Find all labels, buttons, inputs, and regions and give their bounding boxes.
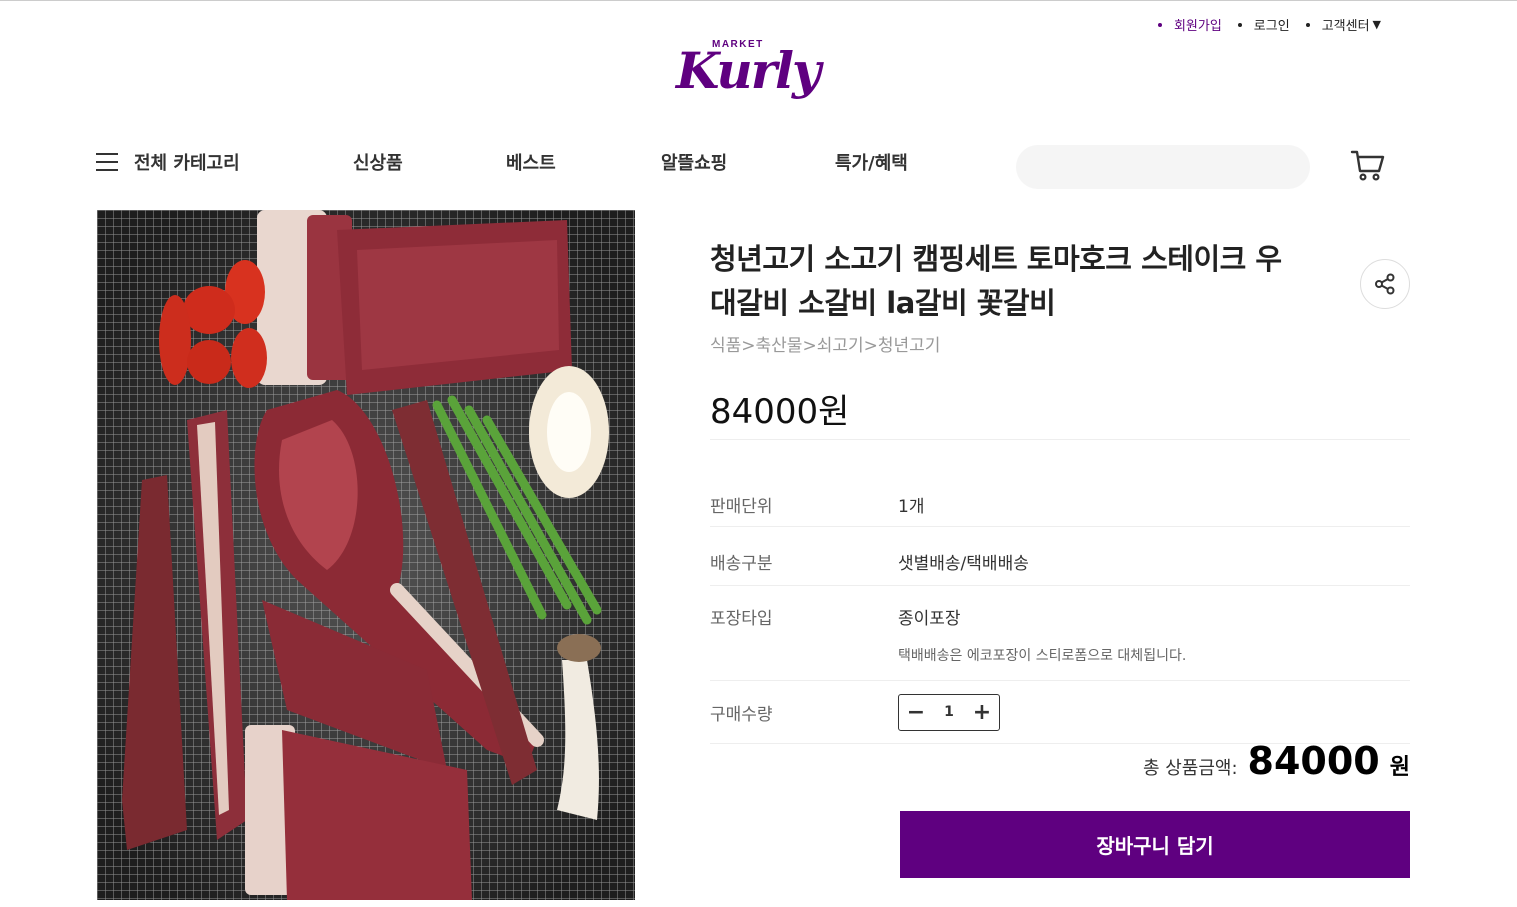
quantity-label: 구매수량: [710, 704, 773, 725]
spec-label: 배송구분: [710, 554, 773, 574]
quantity-decrease-button[interactable]: −: [899, 695, 933, 730]
signup-link[interactable]: 회원가입: [1157, 15, 1222, 34]
nav-special-deals[interactable]: 특가/혜택: [835, 149, 908, 175]
cart-icon[interactable]: [1350, 147, 1386, 183]
spec-label: 판매단위: [710, 497, 773, 517]
global-nav: 전체 카테고리 신상품 베스트 알뜰쇼핑 특가/혜택: [96, 143, 1416, 193]
quantity-increase-button[interactable]: +: [965, 695, 999, 730]
total-label: 총 상품금액:: [1142, 758, 1238, 779]
caret-down-icon: ▼: [1372, 18, 1381, 31]
spec-row-sales-unit: 판매단위 1개: [710, 470, 1410, 527]
hamburger-menu-icon[interactable]: [96, 153, 118, 171]
login-link[interactable]: 로그인: [1237, 15, 1290, 34]
spec-value: 샛별배송/택배배송: [898, 554, 1029, 574]
spec-label: 포장타입: [710, 609, 773, 629]
login-label: 로그인: [1253, 19, 1290, 34]
spec-value: 1개: [898, 497, 925, 517]
top-utility-links: 회원가입 로그인 고객센터 ▼: [1142, 15, 1381, 34]
customer-center-link[interactable]: 고객센터 ▼: [1305, 15, 1381, 34]
bullet-icon: [1157, 22, 1162, 27]
bullet-icon: [1305, 22, 1310, 27]
breadcrumb: 식품>축산물>쇠고기>청년고기: [710, 336, 941, 356]
spec-row-packaging: 포장타입 종이포장 택배배송은 에코포장이 스티로폼으로 대체됩니다.: [710, 586, 1410, 681]
product-specs: 판매단위 1개 배송구분 샛별배송/택배배송 포장타입 종이포장 택배배송은 에…: [710, 470, 1410, 744]
search-input[interactable]: [1016, 145, 1310, 189]
logo-brand-text: Kurly: [676, 41, 821, 100]
quantity-stepper: − 1 +: [898, 693, 1000, 731]
total-unit: 원: [1389, 755, 1410, 780]
total-price: 총 상품금액: 84000 원: [1143, 739, 1410, 783]
quantity-value[interactable]: 1: [933, 704, 965, 720]
add-to-cart-button[interactable]: 장바구니 담기: [900, 811, 1410, 878]
product-image: [97, 210, 635, 900]
product-info: 청년고기 소고기 캠핑세트 토마호크 스테이크 우대갈비 소갈비 la갈비 꽃갈…: [710, 237, 1410, 878]
total-value: 84000: [1247, 739, 1380, 783]
share-icon: [1375, 273, 1395, 295]
spec-row-delivery: 배송구분 샛별배송/택배배송: [710, 527, 1410, 586]
nav-new-products[interactable]: 신상품: [353, 149, 403, 175]
share-button[interactable]: [1360, 259, 1410, 309]
signup-label: 회원가입: [1173, 19, 1222, 34]
product-title: 청년고기 소고기 캠핑세트 토마호크 스테이크 우대갈비 소갈비 la갈비 꽃갈…: [710, 242, 1282, 320]
nav-best[interactable]: 베스트: [506, 149, 556, 175]
customer-center-label: 고객센터: [1321, 19, 1370, 34]
spec-row-quantity: 구매수량 − 1 +: [710, 681, 1410, 744]
spec-value: 종이포장: [898, 609, 961, 629]
bullet-icon: [1237, 22, 1242, 27]
product-price: 84000원: [710, 384, 1410, 440]
nav-thrifty-shopping[interactable]: 알뜰쇼핑: [661, 149, 727, 175]
kurly-logo[interactable]: MARKET Kurly: [676, 39, 821, 121]
packaging-note: 택배배송은 에코포장이 스티로폼으로 대체됩니다.: [898, 648, 1187, 664]
nav-all-category[interactable]: 전체 카테고리: [134, 149, 240, 175]
